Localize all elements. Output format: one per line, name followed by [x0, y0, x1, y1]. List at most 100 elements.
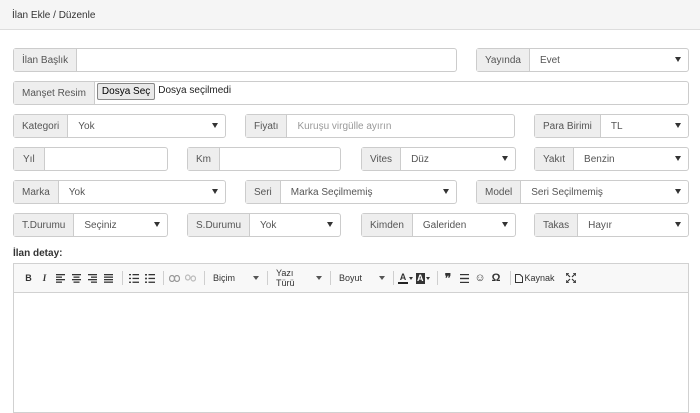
vites-select[interactable]: Düz [401, 148, 515, 170]
link-icon[interactable] [168, 270, 181, 286]
chevron-down-icon [502, 156, 508, 161]
s-durumu-group: S.Durumu Yok [187, 213, 341, 237]
marka-label: Marka [14, 181, 59, 203]
para-birimi-label: Para Birimi [535, 115, 601, 137]
chevron-down-icon [675, 57, 681, 62]
seri-value: Marka Seçilmemiş [290, 186, 373, 198]
fiyat-group: Fiyatı Kuruşu virgülle ayırın [245, 114, 515, 138]
toolbar-separator [509, 271, 511, 285]
t-durumu-group: T.Durumu Seçiniz [13, 213, 168, 237]
para-birimi-select[interactable]: TL [601, 115, 688, 137]
chevron-down-icon [675, 156, 681, 161]
font-dropdown[interactable]: Yazı Türü [272, 268, 326, 288]
km-group: Km [187, 147, 341, 171]
bulleted-list-icon[interactable] [143, 270, 156, 286]
source-icon [514, 273, 523, 283]
kimden-value: Galeriden [422, 219, 467, 231]
size-dropdown[interactable]: Boyut [335, 270, 389, 286]
seri-select[interactable]: Marka Seçilmemiş [281, 181, 456, 203]
chevron-down-icon [212, 123, 218, 128]
marka-select[interactable]: Yok [59, 181, 225, 203]
unlink-icon[interactable] [184, 270, 197, 286]
chevron-down-icon [327, 222, 333, 227]
justify-icon[interactable] [102, 270, 115, 286]
panel-heading: İlan Ekle / Düzenle [0, 0, 700, 30]
align-left-icon[interactable] [54, 270, 67, 286]
t-durumu-select[interactable]: Seçiniz [74, 214, 167, 236]
chevron-down-icon [675, 189, 681, 194]
yayinda-value: Evet [539, 54, 560, 66]
format-label: Biçim [213, 273, 235, 283]
takas-group: Takas Hayır [534, 213, 689, 237]
numbered-list-icon[interactable] [127, 270, 140, 286]
italic-button[interactable]: I [38, 270, 51, 286]
seri-group: Seri Marka Seçilmemiş [245, 180, 457, 204]
takas-select[interactable]: Hayır [578, 214, 688, 236]
yakit-group: Yakıt Benzin [534, 147, 689, 171]
chevron-down-icon [154, 222, 160, 227]
vites-label: Vites [362, 148, 402, 170]
chevron-down-icon [675, 123, 681, 128]
s-durumu-value: Yok [260, 219, 277, 231]
format-dropdown[interactable]: Biçim [209, 270, 263, 286]
choose-file-button[interactable]: Dosya Seç [96, 83, 156, 100]
km-input[interactable] [220, 148, 340, 170]
toolbar-separator [122, 271, 123, 285]
bold-button[interactable]: B [22, 270, 35, 286]
source-button[interactable]: Kaynak [514, 270, 555, 286]
kimden-select[interactable]: Galeriden [413, 214, 515, 236]
kategori-group: Kategori Yok [13, 114, 226, 138]
model-label: Model [477, 181, 522, 203]
font-label: Yazı Türü [276, 268, 295, 288]
yayinda-group: Yayında Evet [476, 48, 689, 72]
km-label: Km [188, 148, 220, 170]
horizontal-rule-icon[interactable] [458, 270, 471, 286]
marka-value: Yok [68, 186, 86, 198]
text-color-button[interactable]: A [398, 270, 413, 286]
yayinda-label: Yayında [477, 49, 530, 71]
chevron-down-icon [502, 222, 508, 227]
takas-value: Hayır [588, 219, 613, 231]
smiley-icon[interactable]: ☺ [474, 270, 487, 286]
ilan-baslik-input[interactable] [77, 49, 456, 71]
size-label: Boyut [339, 273, 363, 283]
t-durumu-value: Seçiniz [84, 219, 117, 231]
editor-toolbar: B I Biçim Yazı Türü Boyut A A ❞ ☺ Ω Kayn… [14, 264, 688, 293]
kategori-select[interactable]: Yok [68, 115, 225, 137]
para-birimi-value: TL [610, 120, 623, 132]
model-select[interactable]: Seri Seçilmemiş [521, 181, 688, 203]
source-label: Kaynak [524, 273, 555, 283]
fiyat-label: Fiyatı [246, 115, 288, 137]
maximize-icon[interactable] [565, 270, 578, 286]
s-durumu-label: S.Durumu [188, 214, 251, 236]
yakit-value: Benzin [584, 153, 615, 165]
bg-color-icon: A [416, 272, 425, 284]
yayinda-select[interactable]: Evet [530, 49, 688, 71]
chevron-down-icon [443, 189, 449, 194]
ilan-baslik-group: İlan Başlık [13, 48, 457, 72]
kimden-group: Kimden Galeriden [361, 213, 516, 237]
file-status: Dosya seçilmedi [158, 85, 232, 96]
ilan-baslik-label: İlan Başlık [14, 49, 78, 71]
yakit-select[interactable]: Benzin [574, 148, 688, 170]
s-durumu-select[interactable]: Yok [250, 214, 340, 236]
yil-input[interactable] [45, 148, 167, 170]
chevron-down-icon [253, 276, 259, 280]
para-birimi-group: Para Birimi TL [534, 114, 689, 138]
chevron-down-icon [316, 276, 322, 280]
omega-icon[interactable]: Ω [490, 270, 503, 286]
kimden-label: Kimden [362, 214, 413, 236]
blockquote-icon[interactable]: ❞ [442, 270, 455, 286]
t-durumu-label: T.Durumu [14, 214, 75, 236]
model-value: Seri Seçilmemiş [531, 186, 603, 198]
editor-content[interactable] [14, 293, 688, 413]
align-right-icon[interactable] [86, 270, 99, 286]
manset-resim-group: Manşet Resim Dosya Seç Dosya seçilmedi [13, 81, 689, 105]
fiyat-input[interactable]: Kuruşu virgülle ayırın [287, 115, 514, 137]
toolbar-separator [204, 271, 205, 285]
bg-color-button[interactable]: A [416, 270, 430, 286]
align-center-icon[interactable] [70, 270, 83, 286]
kategori-value: Yok [78, 120, 95, 132]
manset-resim-label: Manşet Resim [14, 82, 95, 104]
model-group: Model Seri Seçilmemiş [476, 180, 689, 204]
